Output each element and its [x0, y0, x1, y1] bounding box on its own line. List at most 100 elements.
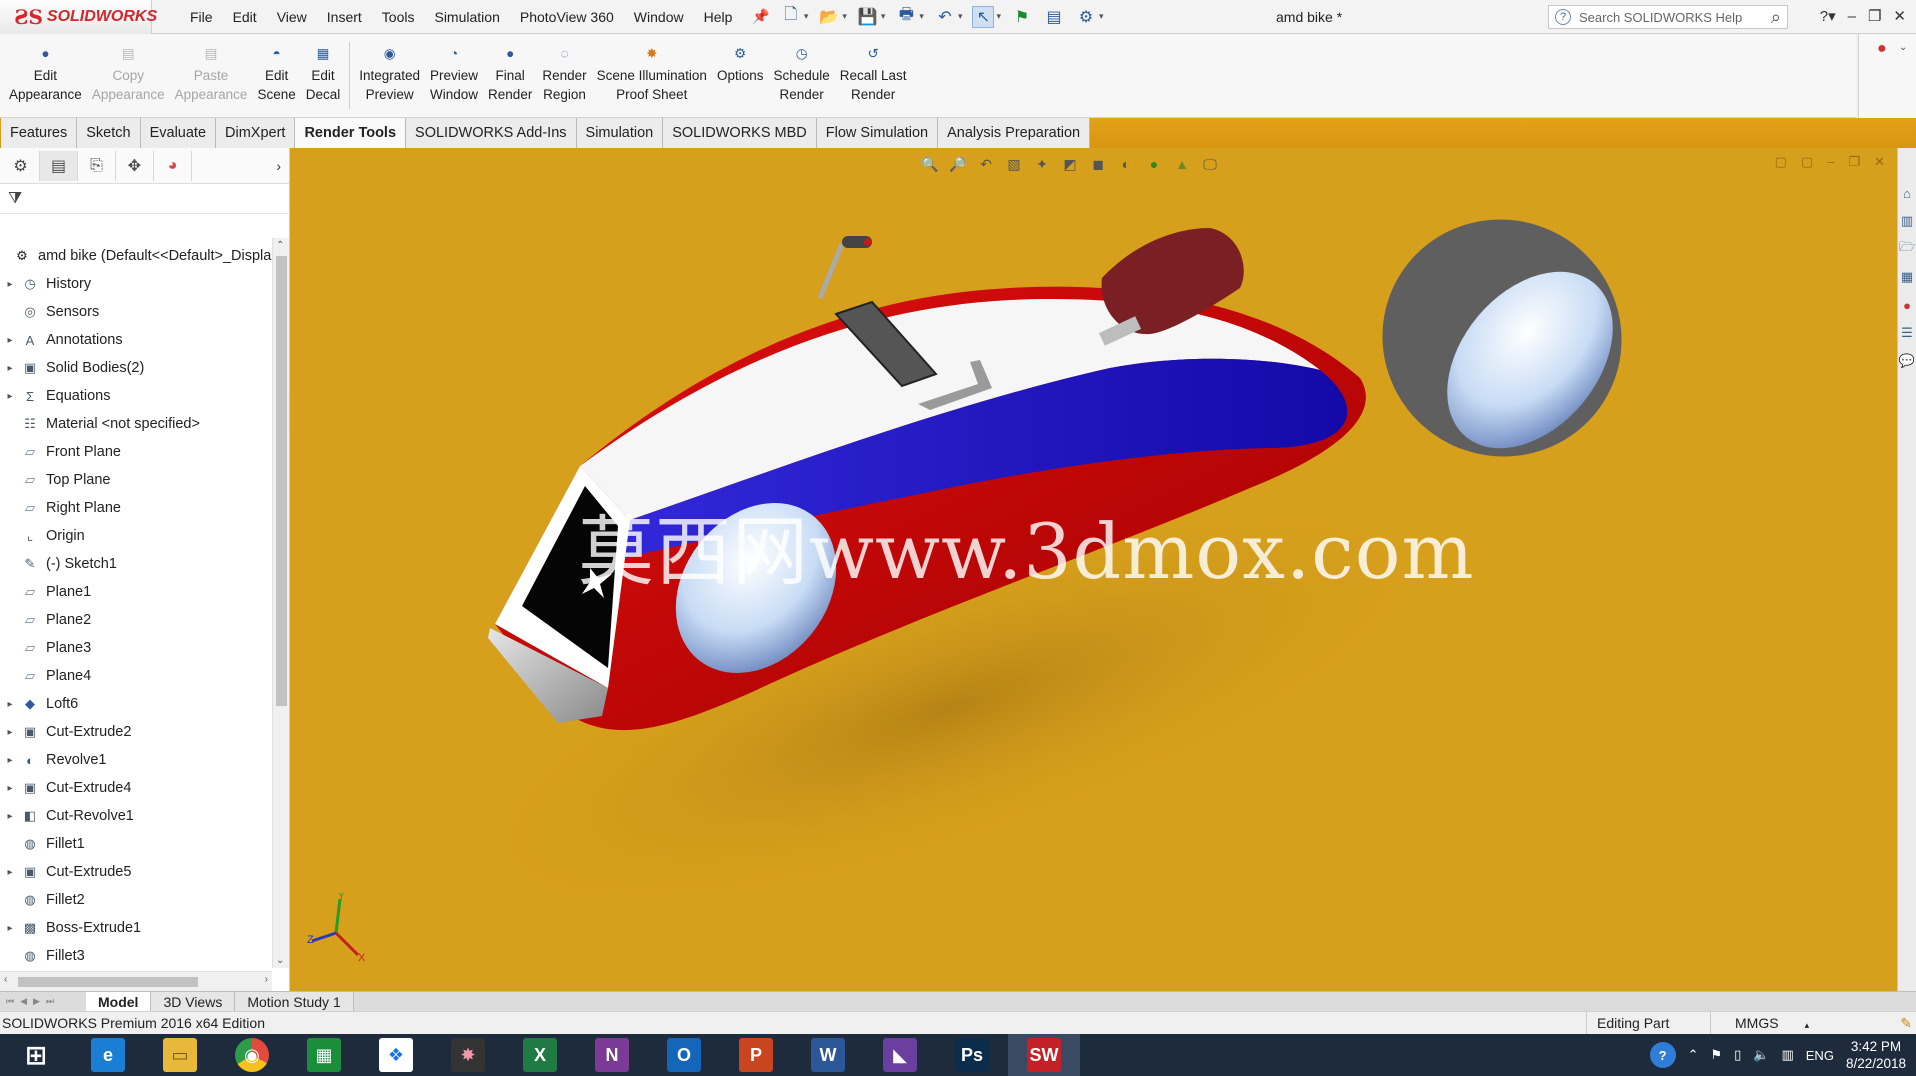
tree-item-front-plane[interactable]: ▱ Front Plane [0, 438, 272, 466]
expand-arrow-icon[interactable]: ▸ [0, 391, 20, 402]
menu-photoview-360[interactable]: PhotoView 360 [510, 0, 624, 34]
tree-item-plane1[interactable]: ▱ Plane1 [0, 578, 272, 606]
next-tab-icon[interactable]: ▶ [33, 996, 40, 1007]
undo-icon[interactable]: ↶ [934, 6, 956, 28]
viewport-cascade-icon[interactable]: ▢ [1801, 154, 1813, 170]
tab-solidworks-mbd[interactable]: SOLIDWORKS MBD [663, 118, 817, 148]
options-button[interactable]: ⚙ Options [712, 34, 769, 117]
tree-filter[interactable]: ⧩ [0, 184, 289, 214]
tree-item-sketch1[interactable]: ✎ (-) Sketch1 [0, 550, 272, 578]
print-icon[interactable]: 🖶 [895, 6, 917, 28]
menu-window[interactable]: Window [624, 0, 694, 34]
tree-item-cut-extrude2[interactable]: ▸ ▣ Cut-Extrude2 [0, 718, 272, 746]
filter-icon[interactable]: ⧩ [8, 190, 22, 208]
taskbar-outlook[interactable]: O [648, 1034, 720, 1076]
battery-icon[interactable]: ▯ [1734, 1047, 1741, 1063]
final-render-button[interactable]: ● Final Render [483, 34, 537, 117]
section-view-icon[interactable]: ▧ [1004, 154, 1024, 174]
tree-item-origin[interactable]: ⌞ Origin [0, 522, 272, 550]
tree-item-loft6[interactable]: ▸ ◆ Loft6 [0, 690, 272, 718]
configuration-manager-tab-icon[interactable]: ⎘ [78, 150, 116, 181]
save-dropdown-icon[interactable]: ▾ [881, 11, 886, 22]
tree-item-revolve1[interactable]: ▸ ◐ Revolve1 [0, 746, 272, 774]
tree-item-cut-extrude5[interactable]: ▸ ▣ Cut-Extrude5 [0, 858, 272, 886]
taskbar-windows-start[interactable]: ⊞ [0, 1034, 72, 1076]
menu-help[interactable]: Help [694, 0, 743, 34]
taskbar-internet-explorer[interactable]: e [72, 1034, 144, 1076]
preview-window-button[interactable]: ◔ Preview Window [425, 34, 483, 117]
tab-analysis-preparation[interactable]: Analysis Preparation [938, 118, 1091, 148]
appearances-icon[interactable]: ● [1899, 296, 1915, 314]
language-indicator[interactable]: ENG [1806, 1048, 1834, 1063]
help-search-input[interactable]: ? Search SOLIDWORKS Help ⌕ [1548, 5, 1788, 29]
ribbon-collapse-icon[interactable]: ⌄ [1899, 42, 1907, 53]
taskbar-solidworks[interactable]: SW [1008, 1034, 1080, 1076]
tab-sketch[interactable]: Sketch [77, 118, 141, 148]
flag-icon[interactable]: ⚑ [1710, 1047, 1722, 1063]
tab-evaluate[interactable]: Evaluate [140, 118, 217, 148]
hscroll-thumb[interactable] [18, 977, 198, 987]
tree-item-fillet3[interactable]: ◍ Fillet3 [0, 942, 272, 962]
expand-arrow-icon[interactable]: ▸ [0, 335, 20, 346]
paste-appearance-button[interactable]: ▤ Paste Appearance [170, 34, 253, 117]
first-tab-icon[interactable]: ⏮ [6, 996, 14, 1007]
hide-show-items-icon[interactable]: ◐ [1116, 154, 1136, 174]
pin-icon[interactable]: 📌 [752, 8, 769, 25]
taskbar-dropbox[interactable]: ❖ [360, 1034, 432, 1076]
menu-simulation[interactable]: Simulation [424, 0, 509, 34]
previous-view-icon[interactable]: ↶ [976, 154, 996, 174]
view-orientation-icon[interactable]: ◩ [1060, 154, 1080, 174]
edit-appearance-button[interactable]: ● Edit Appearance [4, 34, 87, 117]
expand-arrow-icon[interactable]: ▸ [0, 727, 20, 738]
tab-solidworks-add-ins[interactable]: SOLIDWORKS Add-Ins [406, 118, 577, 148]
copy-appearance-button[interactable]: ▤ Copy Appearance [87, 34, 170, 117]
dynamic-annotation-icon[interactable]: ✦ [1032, 154, 1052, 174]
more-tabs-chevron-icon[interactable]: › [276, 158, 281, 174]
feature-manager-tab-icon[interactable]: ⚙ [2, 150, 40, 181]
tab-simulation[interactable]: Simulation [576, 118, 664, 148]
tree-item-boss-extrude1[interactable]: ▸ ▩ Boss-Extrude1 [0, 914, 272, 942]
viewport-minimize-icon[interactable]: – [1827, 154, 1834, 170]
zoom-to-fit-icon[interactable]: 🔍 [920, 154, 940, 174]
expand-arrow-icon[interactable]: ▸ [0, 699, 20, 710]
edit-scene-button[interactable]: ◓ Edit Scene [252, 34, 300, 117]
menu-insert[interactable]: Insert [317, 0, 372, 34]
schedule-render-button[interactable]: ◷ Schedule Render [768, 34, 834, 117]
tab-render-tools[interactable]: Render Tools [295, 118, 407, 148]
tree-item-solid-bodies-2[interactable]: ▸ ▣ Solid Bodies(2) [0, 354, 272, 382]
undo-dropdown-icon[interactable]: ▾ [958, 11, 963, 22]
tree-horizontal-scrollbar[interactable]: ‹ › [0, 971, 272, 991]
render-region-button[interactable]: ◌ Render Region [537, 34, 591, 117]
viewport-close-icon[interactable]: ✕ [1874, 154, 1885, 170]
apply-scene-icon[interactable]: ▲ [1172, 154, 1192, 174]
viewport-tile-icon[interactable]: ▢ [1775, 154, 1787, 170]
appearance-palette-icon[interactable]: ● [1877, 40, 1887, 58]
unit-system[interactable]: MMGS ▴ [1710, 1012, 1820, 1036]
display-style-icon[interactable]: ◼ [1088, 154, 1108, 174]
taskbar-store[interactable]: ▦ [288, 1034, 360, 1076]
restore-icon[interactable]: ❐ [1868, 0, 1881, 34]
menu-view[interactable]: View [267, 0, 317, 34]
file-explorer-pane-icon[interactable]: 🗁 [1899, 239, 1915, 258]
scroll-up-icon[interactable]: ⌃ [276, 240, 284, 251]
expand-arrow-icon[interactable]: ▸ [0, 867, 20, 878]
taskbar-chrome[interactable]: ◉ [216, 1034, 288, 1076]
select-dropdown-icon[interactable]: ▾ [996, 11, 1001, 22]
bottom-tab-model[interactable]: Model [86, 992, 152, 1011]
tray-help-icon[interactable]: ? [1649, 1042, 1676, 1068]
zoom-to-area-icon[interactable]: 🔎 [948, 154, 968, 174]
units-dropdown-icon[interactable]: ▴ [1805, 1020, 1810, 1030]
taskbar-word[interactable]: W [792, 1034, 864, 1076]
menu-edit[interactable]: Edit [223, 0, 267, 34]
tree-item-fillet2[interactable]: ◍ Fillet2 [0, 886, 272, 914]
status-pencil-icon[interactable]: ✎ [1900, 1012, 1912, 1034]
tree-item-equations[interactable]: ▸ Σ Equations [0, 382, 272, 410]
expand-arrow-icon[interactable]: ▸ [0, 923, 20, 934]
minimize-icon[interactable]: – [1848, 0, 1856, 34]
solidworks-logo[interactable]: ƧS SOLIDWORKS [0, 0, 157, 34]
tree-item-fillet1[interactable]: ◍ Fillet1 [0, 830, 272, 858]
tab-features[interactable]: Features [1, 118, 78, 148]
expand-arrow-icon[interactable]: ▸ [0, 279, 20, 290]
options-gear-icon[interactable]: ⚙ [1075, 6, 1097, 28]
menu-file[interactable]: File [180, 0, 223, 34]
